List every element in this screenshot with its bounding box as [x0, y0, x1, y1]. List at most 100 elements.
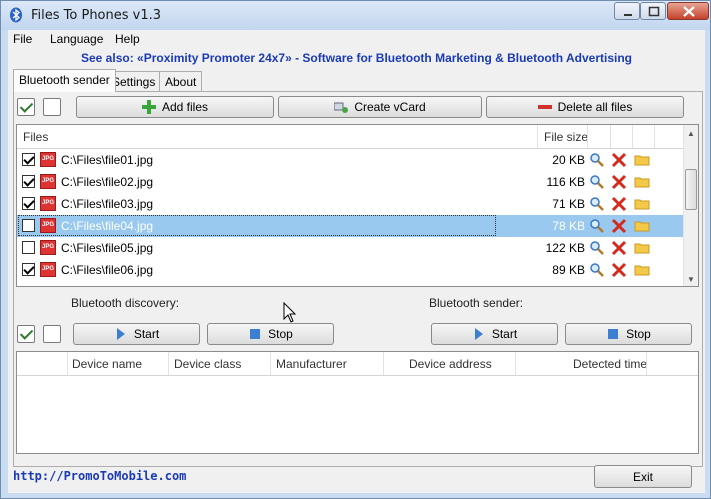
folder-icon[interactable] [634, 262, 650, 278]
add-files-button[interactable]: Add files [76, 96, 274, 118]
create-vcard-button[interactable]: Create vCard [278, 96, 482, 118]
menu-help[interactable]: Help [115, 32, 140, 46]
delete-icon[interactable] [611, 174, 627, 190]
preview-icon[interactable] [589, 174, 605, 190]
delete-all-files-button[interactable]: Delete all files [486, 96, 684, 118]
minimize-icon [624, 14, 632, 16]
maximize-icon [648, 6, 660, 17]
file-size: 78 KB [552, 219, 585, 233]
uncheck-all-devices-button[interactable] [43, 325, 61, 343]
sender-stop-button[interactable]: Stop [565, 323, 692, 345]
preview-icon[interactable] [589, 218, 605, 234]
delete-icon[interactable] [611, 152, 627, 168]
app-window: Files To Phones v1.3 File Language Help … [0, 0, 711, 499]
column-detected-time[interactable]: Detected time [573, 357, 647, 371]
file-checkbox[interactable] [22, 241, 35, 254]
table-row[interactable]: JPG C:\Files\file06.jpg 89 KB [17, 259, 685, 281]
stop-icon [608, 329, 619, 339]
column-device-name[interactable]: Device name [72, 357, 142, 371]
folder-icon[interactable] [634, 174, 650, 190]
devices-list-header: Device name Device class Manufacturer De… [17, 352, 698, 376]
file-size: 20 KB [552, 153, 585, 167]
delete-icon[interactable] [611, 196, 627, 212]
column-file-size[interactable]: File size [544, 130, 588, 144]
column-device-class[interactable]: Device class [174, 357, 241, 371]
preview-icon[interactable] [589, 262, 605, 278]
discovery-start-label: Start [133, 327, 160, 341]
jpg-file-icon: JPG [40, 262, 56, 277]
preview-icon[interactable] [589, 196, 605, 212]
folder-icon[interactable] [634, 152, 650, 168]
preview-icon[interactable] [589, 152, 605, 168]
promo-link[interactable]: See also: «Proximity Promoter 24x7» - So… [8, 51, 705, 65]
stop-icon [250, 329, 261, 339]
delete-icon[interactable] [611, 218, 627, 234]
table-row[interactable]: JPG C:\Files\file05.jpg 122 KB [17, 237, 685, 259]
check-all-files-button[interactable] [17, 98, 35, 116]
file-checkbox[interactable] [22, 153, 35, 166]
check-all-devices-button[interactable] [17, 325, 35, 343]
play-icon [116, 328, 125, 340]
table-row[interactable]: JPG C:\Files\file03.jpg 71 KB [17, 193, 685, 215]
play-icon [474, 328, 483, 340]
menu-language[interactable]: Language [50, 32, 103, 46]
title-bar: Files To Phones v1.3 [1, 1, 710, 30]
column-files[interactable]: Files [23, 130, 48, 144]
discovery-stop-label: Stop [268, 327, 293, 341]
folder-icon[interactable] [634, 218, 650, 234]
preview-icon[interactable] [589, 240, 605, 256]
table-row[interactable]: JPG C:\Files\file01.jpg 20 KB [17, 149, 685, 171]
jpg-file-icon: JPG [40, 240, 56, 255]
vcard-icon [334, 102, 349, 113]
bluetooth-icon [10, 7, 22, 23]
table-row[interactable]: JPG C:\Files\file04.jpg 78 KB [17, 215, 685, 237]
file-checkbox[interactable] [22, 175, 35, 188]
sender-start-button[interactable]: Start [431, 323, 558, 345]
jpg-file-icon: JPG [40, 196, 56, 211]
jpg-file-icon: JPG [40, 174, 56, 189]
file-size: 116 KB [546, 175, 585, 189]
delete-icon[interactable] [611, 240, 627, 256]
table-row[interactable]: JPG C:\Files\file02.jpg 116 KB [17, 171, 685, 193]
file-size: 71 KB [552, 197, 585, 211]
delete-icon[interactable] [611, 262, 627, 278]
files-list[interactable]: Files File size JPG C:\Files\file01.jpg 20… [16, 124, 699, 287]
exit-label: Exit [632, 469, 653, 484]
website-link[interactable]: http://PromoToMobile.com [13, 469, 186, 483]
minimize-button[interactable] [614, 2, 640, 20]
column-device-address[interactable]: Device address [409, 357, 492, 371]
files-scrollbar[interactable]: ▲ ▼ [683, 125, 698, 286]
scroll-down-icon[interactable]: ▼ [687, 275, 695, 284]
create-vcard-label: Create vCard [354, 100, 426, 114]
file-path: C:\Files\file02.jpg [61, 175, 154, 189]
folder-icon[interactable] [634, 240, 650, 256]
scroll-thumb[interactable] [685, 169, 697, 210]
discovery-start-button[interactable]: Start [73, 323, 200, 345]
column-manufacturer[interactable]: Manufacturer [276, 357, 347, 371]
folder-icon[interactable] [634, 196, 650, 212]
sender-start-label: Start [491, 327, 518, 341]
exit-button[interactable]: Exit [594, 465, 692, 488]
tab-bluetooth-sender[interactable]: Bluetooth sender [13, 69, 116, 92]
file-checkbox[interactable] [22, 263, 35, 276]
plus-icon [141, 100, 156, 114]
discovery-stop-button[interactable]: Stop [207, 323, 334, 345]
close-button[interactable] [667, 2, 709, 20]
menu-file[interactable]: File [13, 32, 32, 46]
file-path: C:\Files\file03.jpg [61, 197, 154, 211]
file-path: C:\Files\file06.jpg [61, 263, 154, 277]
file-checkbox[interactable] [22, 197, 35, 210]
scroll-up-icon[interactable]: ▲ [687, 129, 695, 138]
uncheck-all-files-button[interactable] [43, 98, 61, 116]
sender-stop-label: Stop [626, 327, 651, 341]
file-size: 89 KB [552, 263, 585, 277]
tab-about[interactable]: About [159, 71, 203, 92]
maximize-button[interactable] [640, 2, 666, 20]
file-path: C:\Files\file05.jpg [61, 241, 154, 255]
jpg-file-icon: JPG [40, 152, 56, 167]
file-path: C:\Files\file01.jpg [61, 153, 154, 167]
devices-list[interactable]: Device name Device class Manufacturer De… [16, 351, 699, 454]
client-area: File Language Help See also: «Proximity … [8, 30, 705, 493]
close-icon [683, 6, 695, 17]
mouse-cursor-icon [283, 302, 297, 323]
